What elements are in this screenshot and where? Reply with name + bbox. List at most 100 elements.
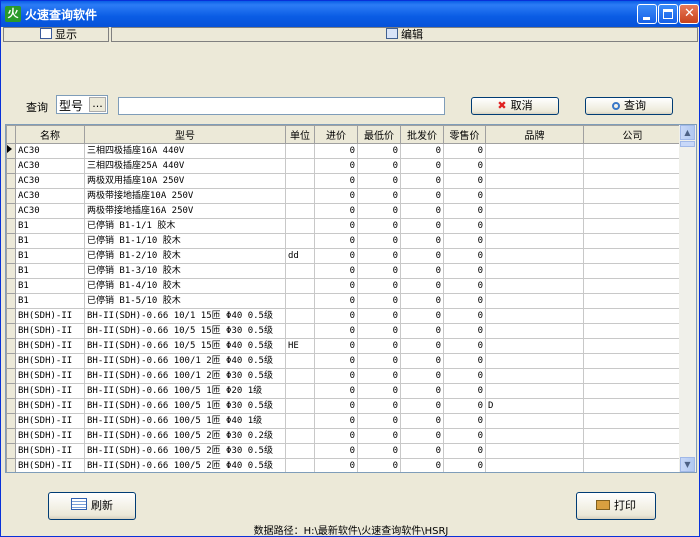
table-cell[interactable] (583, 323, 682, 339)
table-cell[interactable]: 0 (400, 188, 444, 204)
table-cell[interactable]: 0 (314, 338, 358, 354)
table-cell[interactable]: BH-II(SDH)-0.66 100/5 1匝 Φ30 0.5级 (84, 398, 286, 414)
table-cell[interactable]: 0 (400, 308, 444, 324)
table-cell[interactable]: 0 (443, 458, 486, 472)
refresh-button[interactable]: 刷新 (48, 492, 136, 520)
table-cell[interactable]: 0 (357, 218, 401, 234)
row-indicator[interactable] (6, 383, 16, 399)
table-cell[interactable]: 0 (314, 323, 358, 339)
table-cell[interactable]: BH-II(SDH)-0.66 100/1 2匝 Φ40 0.5级 (84, 353, 286, 369)
table-cell[interactable]: 0 (357, 338, 401, 354)
table-cell[interactable]: 0 (400, 428, 444, 444)
table-cell[interactable]: 0 (443, 413, 486, 429)
table-cell[interactable]: 0 (443, 368, 486, 384)
table-cell[interactable] (285, 143, 315, 159)
table-cell[interactable]: BH(SDH)-II (15, 398, 85, 414)
table-cell[interactable]: 0 (443, 263, 486, 279)
table-row[interactable]: BH(SDH)-II BH-II(SDH)-0.66 100/5 1匝 Φ40 1… (6, 413, 682, 429)
row-indicator[interactable] (6, 413, 16, 429)
table-cell[interactable]: 0 (314, 398, 358, 414)
table-cell[interactable]: 0 (314, 173, 358, 189)
table-cell[interactable]: 0 (443, 188, 486, 204)
table-cell[interactable] (485, 173, 584, 189)
table-cell[interactable]: 0 (314, 293, 358, 309)
table-cell[interactable] (285, 203, 315, 219)
table-cell[interactable] (285, 353, 315, 369)
table-cell[interactable]: 0 (314, 458, 358, 472)
row-indicator[interactable] (6, 308, 16, 324)
table-cell[interactable] (285, 263, 315, 279)
table-cell[interactable]: 两极带接地插座10A 250V (84, 188, 286, 204)
table-cell[interactable]: 0 (357, 443, 401, 459)
scroll-thumb[interactable] (680, 141, 695, 147)
table-cell[interactable] (583, 293, 682, 309)
table-cell[interactable]: 0 (443, 443, 486, 459)
table-cell[interactable]: 0 (357, 293, 401, 309)
table-cell[interactable]: BH-II(SDH)-0.66 100/1 2匝 Φ30 0.5级 (84, 368, 286, 384)
table-row[interactable]: B1 已停销 B1-4/10 胶木 0 0 0 0 (6, 278, 682, 294)
row-indicator[interactable] (6, 323, 16, 339)
table-cell[interactable]: 0 (357, 248, 401, 264)
table-cell[interactable]: 0 (400, 338, 444, 354)
table-cell[interactable]: 0 (400, 158, 444, 174)
table-cell[interactable]: BH(SDH)-II (15, 353, 85, 369)
table-cell[interactable]: BH-II(SDH)-0.66 10/5 15匝 Φ40 0.5级 (84, 338, 286, 354)
table-cell[interactable]: BH(SDH)-II (15, 338, 85, 354)
table-cell[interactable] (285, 308, 315, 324)
table-cell[interactable]: 0 (357, 188, 401, 204)
table-cell[interactable]: BH-II(SDH)-0.66 100/5 2匝 Φ30 0.2级 (84, 428, 286, 444)
table-row[interactable]: BH(SDH)-II BH-II(SDH)-0.66 100/1 2匝 Φ40 0… (6, 353, 682, 369)
table-row[interactable]: BH(SDH)-II BH-II(SDH)-0.66 10/5 15匝 Φ40 0… (6, 338, 682, 354)
table-row[interactable]: BH(SDH)-II BH-II(SDH)-0.66 10/1 15匝 Φ40 0… (6, 308, 682, 324)
table-cell[interactable]: 0 (400, 353, 444, 369)
table-cell[interactable]: 0 (443, 293, 486, 309)
table-cell[interactable] (485, 338, 584, 354)
table-cell[interactable]: D (485, 398, 584, 414)
table-cell[interactable]: 0 (400, 248, 444, 264)
column-header[interactable]: 最低价 (357, 125, 401, 144)
table-cell[interactable] (285, 233, 315, 249)
table-cell[interactable]: BH(SDH)-II (15, 383, 85, 399)
table-cell[interactable]: BH-II(SDH)-0.66 10/1 15匝 Φ40 0.5级 (84, 308, 286, 324)
table-cell[interactable] (285, 368, 315, 384)
table-cell[interactable] (583, 308, 682, 324)
table-cell[interactable] (583, 173, 682, 189)
table-cell[interactable] (583, 443, 682, 459)
table-cell[interactable]: 0 (443, 158, 486, 174)
table-cell[interactable] (583, 428, 682, 444)
table-cell[interactable]: 0 (314, 233, 358, 249)
table-cell[interactable]: 0 (314, 143, 358, 159)
table-cell[interactable]: 0 (357, 308, 401, 324)
column-header[interactable]: 批发价 (400, 125, 444, 144)
table-cell[interactable]: 0 (357, 263, 401, 279)
table-cell[interactable]: 已停销 B1-1/10 胶木 (84, 233, 286, 249)
row-indicator[interactable] (6, 263, 16, 279)
table-cell[interactable]: 0 (400, 143, 444, 159)
table-row[interactable]: AC30 两极带接地插座10A 250V 0 0 0 0 (6, 188, 682, 204)
table-cell[interactable] (485, 308, 584, 324)
table-row[interactable]: BH(SDH)-II BH-II(SDH)-0.66 100/5 1匝 Φ20 1… (6, 383, 682, 399)
table-cell[interactable]: 0 (357, 158, 401, 174)
table-cell[interactable]: 0 (443, 173, 486, 189)
table-row[interactable]: B1 已停销 B1-3/10 胶木 0 0 0 0 (6, 263, 682, 279)
table-cell[interactable]: 已停销 B1-2/10 胶木 (84, 248, 286, 264)
table-cell[interactable]: AC30 (15, 203, 85, 219)
table-cell[interactable]: 0 (314, 353, 358, 369)
table-cell[interactable] (583, 338, 682, 354)
table-cell[interactable] (583, 278, 682, 294)
table-cell[interactable]: 0 (357, 413, 401, 429)
table-cell[interactable]: 0 (314, 158, 358, 174)
column-header[interactable]: 名称 (15, 125, 85, 144)
table-cell[interactable]: BH-II(SDH)-0.66 100/5 1匝 Φ40 1级 (84, 413, 286, 429)
print-button[interactable]: 打印 (576, 492, 656, 520)
table-cell[interactable]: 0 (400, 458, 444, 472)
table-cell[interactable] (285, 398, 315, 414)
table-row[interactable]: B1 已停销 B1-1/1 胶木 0 0 0 0 (6, 218, 682, 234)
table-cell[interactable]: 0 (314, 218, 358, 234)
table-row[interactable]: AC30 三相四极插座25A 440V 0 0 0 0 (6, 158, 682, 174)
table-cell[interactable] (485, 323, 584, 339)
table-cell[interactable]: 0 (443, 308, 486, 324)
table-row[interactable]: AC30 两极双用插座10A 250V 0 0 0 0 (6, 173, 682, 189)
table-cell[interactable]: 0 (400, 218, 444, 234)
row-indicator[interactable] (6, 368, 16, 384)
